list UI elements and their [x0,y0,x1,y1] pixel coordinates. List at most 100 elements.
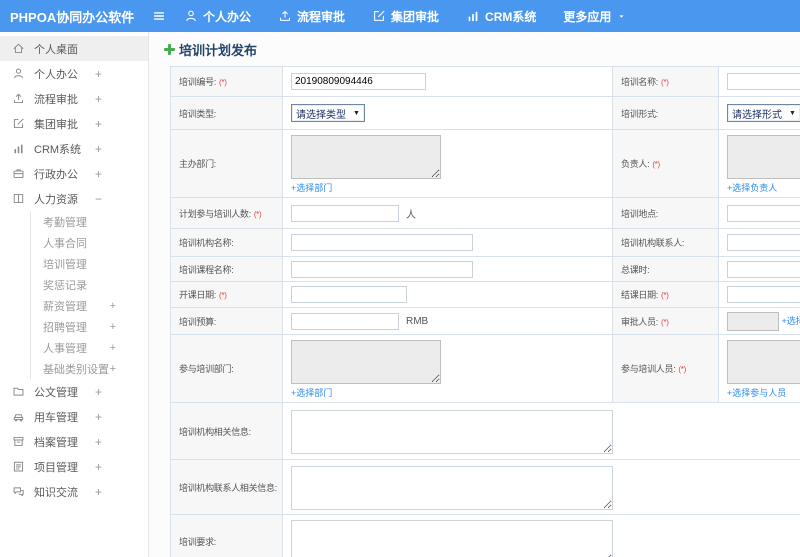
sidebar-item-human-resources[interactable]: 人力资源 − [0,186,148,211]
sidebar-item-vehicle-management[interactable]: 用车管理 + [0,404,148,429]
sidebar-item-workflow-approval[interactable]: 流程审批 + [0,86,148,111]
host-dept-textarea[interactable] [291,135,441,179]
approver-box[interactable] [727,311,779,331]
user-icon [12,67,25,80]
org-name-label: 培训机构名称: [170,228,283,257]
train-no-input[interactable] [291,73,426,90]
org-contact-info-textarea[interactable] [291,466,613,510]
user-icon [184,9,198,23]
join-people-textarea[interactable] [727,340,800,384]
expand-toggle-icon: + [94,66,102,81]
sidebar-subitem-training-management[interactable]: 培训管理 [31,253,148,274]
sidebar-item-label: 项目管理 [34,461,78,474]
org-contact-input[interactable] [727,234,800,251]
budget-input[interactable] [291,312,399,330]
app-title: PHPOA协同办公软件 [10,9,135,25]
sidebar-item-group-approval[interactable]: 集团审批 + [0,111,148,136]
sidebar-item-personal-office[interactable]: 个人办公 + [0,61,148,86]
course-name-label: 培训课程名称: [170,256,283,282]
org-contact-info-label: 培训机构联系人相关信息: [170,459,283,515]
expand-toggle-icon: + [109,299,116,312]
expand-toggle-icon: + [94,434,102,449]
leader-textarea[interactable] [727,135,800,179]
train-type-label: 培训类型: [170,96,283,130]
caret-down-icon [617,12,626,21]
table-row: 培训课程名称: 总课时: [170,256,800,282]
org-info-textarea[interactable] [291,410,613,454]
sidebar-subitem-personnel-contract[interactable]: 人事合同 [31,232,148,253]
start-date-label: 开课日期: (*) [170,281,283,308]
expand-toggle-icon: + [94,166,102,181]
sidebar-item-archive-management[interactable]: 档案管理 + [0,429,148,454]
nav-item-crm-system[interactable]: CRM系统 [466,8,536,25]
chart-icon [466,9,480,23]
table-row: 计划参与培训人数: (*) 人 培训地点: [170,197,800,229]
nav-item-label: CRM系统 [485,9,537,24]
location-input[interactable] [727,204,800,222]
sidebar-subitem-personnel-management[interactable]: 人事管理 + [31,337,148,358]
nav-item-workflow-approval[interactable]: 流程审批 [278,8,345,25]
sidebar-item-document-management[interactable]: 公文管理 + [0,379,148,404]
table-row: 培训预算: RMB 审批人员:(*) +选择审批人员 [170,307,800,335]
sidebar-item-label: 公文管理 [34,386,78,399]
end-date-input[interactable] [727,286,800,303]
train-form-select[interactable]: 请选择形式 ▼ [727,104,800,122]
org-name-input[interactable] [291,234,473,251]
book-icon [12,192,25,205]
total-hours-input[interactable] [727,260,800,278]
train-type-select[interactable]: 请选择类型 ▼ [291,104,365,122]
join-depts-textarea[interactable] [291,340,441,384]
home-icon [12,42,25,55]
sidebar-subitem-salary-management[interactable]: 薪资管理 + [31,295,148,316]
hamburger-icon[interactable] [152,9,166,23]
header-nav: 个人办公 流程审批 集团审批 CRM系统 更多应用 [184,8,626,25]
table-row: 主办部门: +选择部门 负责人: (*) +选择负责人 [170,129,800,198]
select-join-people-link[interactable]: +选择参与人员 [727,388,786,398]
main-content: 培训计划发布 培训编号:(*) 培训名称:(*) 培训类型: 请选择类型▼ 培训… [149,32,800,557]
nav-item-label: 更多应用 [563,9,612,24]
nav-item-personal-office[interactable]: 个人办公 [184,8,251,25]
planned-count-input[interactable] [291,204,399,222]
clipboard-icon [12,460,25,473]
document-icon [12,385,25,398]
sidebar-submenu: 考勤管理 人事合同 培训管理 奖惩记录 薪资管理 + 招聘管理 + 人事管理 + 基础类别设置 + [30,211,148,379]
sidebar-item-knowledge-exchange[interactable]: 知识交流 + [0,479,148,504]
sidebar-item-label: 知识交流 [34,486,78,499]
sidebar-subitem-label: 奖惩记录 [43,279,87,292]
sidebar-item-personal-desktop[interactable]: 个人桌面 [0,36,148,61]
sidebar-item-label: 档案管理 [34,436,78,449]
sidebar-subitem-reward-punishment-record[interactable]: 奖惩记录 [31,274,148,295]
sidebar-item-project-management[interactable]: 项目管理 + [0,454,148,479]
sidebar-subitem-recruitment-management[interactable]: 招聘管理 + [31,316,148,337]
nav-item-group-approval[interactable]: 集团审批 [372,8,439,25]
chat-icon [12,485,25,498]
train-name-input[interactable] [727,73,800,90]
top-bar: PHPOA协同办公软件 个人办公 流程审批 集团审批 CRM系统 更多应用 [0,0,800,32]
requirements-label: 培训要求: [170,514,283,557]
sidebar-subitem-label: 人事合同 [43,237,87,250]
sidebar-item-label: 用车管理 [34,411,78,424]
sidebar-subitem-basic-category-settings[interactable]: 基础类别设置 + [31,358,148,379]
expand-toggle-icon: + [94,384,102,399]
sidebar-subitem-label: 培训管理 [43,258,87,271]
table-row: 培训要求: [170,514,800,557]
sidebar-subitem-attendance-management[interactable]: 考勤管理 [31,211,148,232]
start-date-input[interactable] [291,286,407,303]
org-info-label: 培训机构相关信息: [170,402,283,460]
select-leader-link[interactable]: +选择负责人 [727,183,777,193]
select-approver-link[interactable]: +选择审批人员 [782,315,800,325]
sidebar-subitem-label: 人事管理 [43,342,87,355]
requirements-textarea[interactable] [291,520,613,557]
sidebar-item-admin-office[interactable]: 行政办公 + [0,161,148,186]
sidebar-item-label: 个人办公 [34,68,78,81]
sidebar-item-crm-system[interactable]: CRM系统 + [0,136,148,161]
total-hours-label: 总课时: [612,256,719,282]
nav-item-more-apps[interactable]: 更多应用 [563,8,626,25]
select-join-dept-link[interactable]: +选择部门 [291,388,332,398]
archive-icon [12,435,25,448]
upload-icon [12,92,25,105]
sidebar-item-label: 人力资源 [34,193,78,206]
train-form-label: 培训形式: [612,96,719,130]
course-name-input[interactable] [291,260,473,278]
select-dept-link[interactable]: +选择部门 [291,183,332,193]
